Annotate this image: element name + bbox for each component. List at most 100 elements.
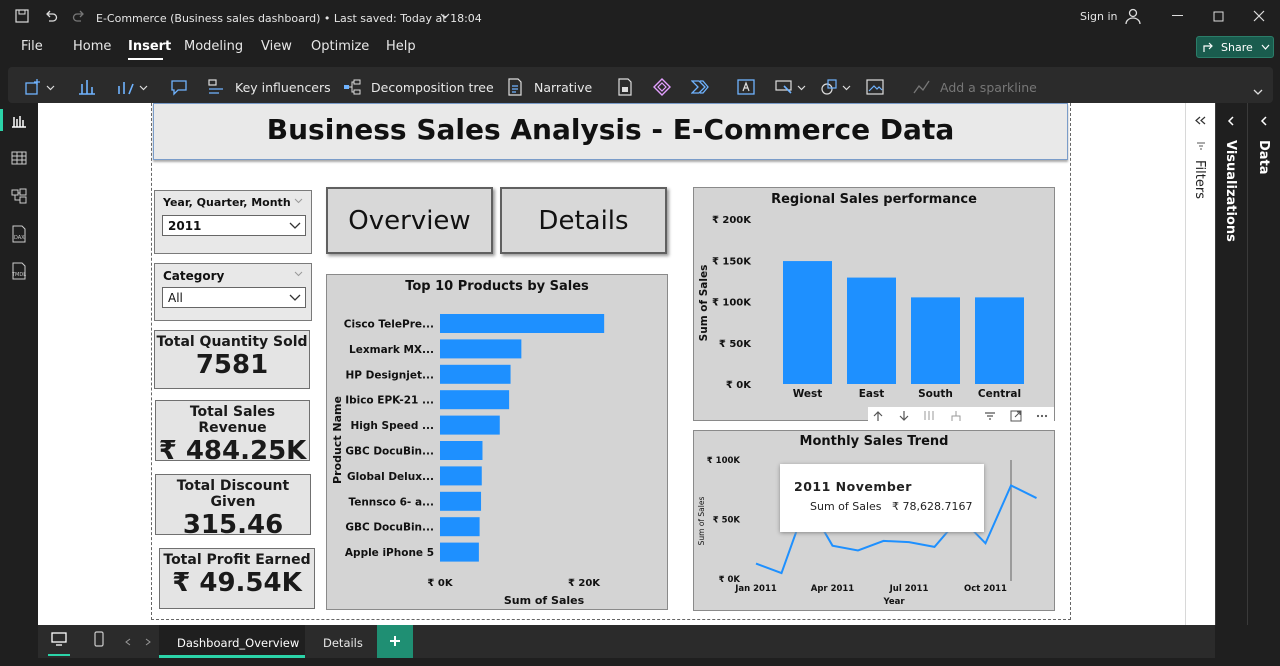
chevron-down-icon[interactable] bbox=[294, 198, 303, 204]
buttons-icon[interactable] bbox=[775, 78, 793, 96]
chevron-down-icon[interactable] bbox=[294, 271, 303, 277]
date-slicer[interactable]: Year, Quarter, Month 2011 bbox=[154, 190, 312, 254]
regional-sales-chart[interactable]: Regional Sales performance ₹ 0K ₹ 50K ₹ 10… bbox=[693, 187, 1055, 421]
chart-tooltip: 2011 November Sum of Sales ₹ 78,628.7167 bbox=[780, 464, 984, 532]
drill-down-icon[interactable] bbox=[898, 410, 910, 422]
desktop-layout-icon[interactable] bbox=[51, 632, 67, 646]
chevron-down-icon[interactable] bbox=[139, 85, 148, 91]
chevron-left-icon[interactable] bbox=[1227, 116, 1235, 126]
product-bar bbox=[440, 364, 511, 384]
user-avatar-icon[interactable] bbox=[1124, 7, 1142, 25]
menu-help[interactable]: Help bbox=[386, 39, 416, 54]
product-bar bbox=[440, 491, 482, 511]
category-slicer[interactable]: Category All bbox=[154, 263, 312, 321]
undo-icon[interactable] bbox=[44, 9, 58, 23]
close-icon[interactable] bbox=[1253, 10, 1265, 22]
filter-icon[interactable] bbox=[984, 410, 996, 422]
comment-icon[interactable] bbox=[170, 78, 188, 96]
collapse-filters-icon[interactable] bbox=[1195, 116, 1206, 125]
active-tab-indicator bbox=[128, 58, 163, 60]
paint-visual-icon[interactable] bbox=[117, 78, 135, 96]
kpi-card-discount[interactable]: Total Discount Given 315.46 bbox=[155, 474, 311, 540]
key-influencers-icon[interactable] bbox=[207, 78, 225, 96]
previous-page-icon[interactable] bbox=[125, 638, 131, 646]
chevron-down-icon[interactable] bbox=[842, 85, 851, 91]
save-icon[interactable] bbox=[15, 9, 29, 23]
decomposition-tree-button[interactable]: Decomposition tree bbox=[371, 80, 494, 95]
details-button[interactable]: Details bbox=[500, 187, 667, 254]
menu-optimize[interactable]: Optimize bbox=[311, 39, 369, 54]
chevron-down-icon[interactable] bbox=[797, 85, 806, 91]
menu-insert[interactable]: Insert bbox=[128, 39, 171, 54]
shapes-icon[interactable] bbox=[820, 78, 838, 96]
product-bar bbox=[440, 390, 510, 410]
report-view-icon[interactable] bbox=[11, 114, 27, 128]
page-tab-details[interactable]: Details bbox=[306, 625, 376, 658]
drill-up-icon[interactable] bbox=[872, 410, 884, 422]
filters-pane[interactable]: Filters bbox=[1185, 103, 1215, 625]
y-axis-title: Product Name bbox=[331, 396, 344, 484]
tooltip-row: Sum of Sales ₹ 78,628.7167 bbox=[810, 500, 984, 513]
chevron-down-icon[interactable] bbox=[440, 12, 450, 20]
redo-icon[interactable] bbox=[72, 9, 86, 23]
more-options-icon[interactable] bbox=[1036, 410, 1048, 422]
data-label: Data bbox=[1256, 140, 1271, 175]
minimize-icon[interactable] bbox=[1172, 15, 1184, 17]
plus-icon bbox=[390, 636, 400, 646]
chevron-left-icon[interactable] bbox=[1260, 116, 1268, 126]
kpi-value: ₹ 484.25K bbox=[158, 436, 307, 466]
visualizations-pane[interactable]: Visualizations bbox=[1215, 103, 1247, 625]
expand-hierarchy-icon[interactable] bbox=[950, 410, 962, 422]
add-page-button[interactable] bbox=[377, 625, 413, 658]
menu-modeling[interactable]: Modeling bbox=[184, 39, 243, 54]
product-label: HP Designjet... bbox=[345, 369, 434, 381]
kpi-card-quantity[interactable]: Total Quantity Sold 7581 bbox=[154, 330, 310, 389]
menu-view[interactable]: View bbox=[261, 39, 292, 54]
kpi-card-profit[interactable]: Total Profit Earned ₹ 49.54K bbox=[159, 548, 315, 609]
narrative-button[interactable]: Narrative bbox=[534, 80, 592, 95]
next-page-icon[interactable] bbox=[145, 638, 151, 646]
svg-text:DAX: DAX bbox=[14, 235, 25, 241]
monthly-trend-chart[interactable]: Monthly Sales Trend ₹ 0K ₹ 50K ₹ 100K Jan 2… bbox=[693, 430, 1055, 611]
tmdl-view-icon[interactable]: TMDL bbox=[11, 262, 27, 280]
kpi-card-revenue[interactable]: Total Sales Revenue ₹ 484.25K bbox=[155, 400, 310, 466]
product-bar bbox=[440, 339, 522, 359]
menu-home[interactable]: Home bbox=[73, 39, 111, 54]
page-tab-dashboard-overview[interactable]: Dashboard_Overview bbox=[159, 625, 305, 658]
bar-chart-icon[interactable] bbox=[78, 78, 96, 96]
collapse-ribbon-icon[interactable] bbox=[1253, 89, 1263, 96]
date-slicer-dropdown[interactable]: 2011 bbox=[162, 215, 306, 236]
menu-file[interactable]: File bbox=[21, 39, 43, 54]
product-bar bbox=[440, 441, 483, 460]
maximize-icon[interactable] bbox=[1213, 11, 1225, 23]
power-apps-icon[interactable] bbox=[653, 78, 671, 96]
top-products-chart[interactable]: Top 10 Products by Sales Cisco TelePre..… bbox=[326, 274, 668, 610]
region-bar bbox=[783, 261, 832, 384]
dax-query-view-icon[interactable]: DAX bbox=[11, 225, 27, 243]
data-pane[interactable]: Data bbox=[1247, 103, 1280, 625]
text-box-icon[interactable] bbox=[737, 78, 755, 96]
image-icon[interactable] bbox=[866, 78, 884, 96]
power-automate-icon[interactable] bbox=[691, 78, 709, 96]
overview-button[interactable]: Overview bbox=[326, 187, 493, 254]
kpi-value: 7581 bbox=[195, 350, 269, 380]
table-view-icon[interactable] bbox=[11, 151, 27, 165]
chevron-down-icon[interactable] bbox=[46, 85, 55, 91]
regional-sales-plot: ₹ 0K ₹ 50K ₹ 100K ₹ 150K ₹ 200K West East South… bbox=[698, 215, 1024, 400]
sign-in-link[interactable]: Sign in bbox=[1080, 10, 1118, 23]
decomposition-tree-icon[interactable] bbox=[343, 78, 361, 96]
mobile-layout-icon[interactable] bbox=[94, 631, 104, 647]
category-slicer-dropdown[interactable]: All bbox=[162, 287, 306, 308]
share-button[interactable]: Share bbox=[1196, 36, 1274, 58]
expand-all-down-icon[interactable] bbox=[922, 410, 936, 422]
chevron-down-icon bbox=[289, 294, 301, 301]
narrative-icon[interactable] bbox=[506, 78, 524, 96]
sparkline-icon bbox=[913, 80, 930, 94]
key-influencers-button[interactable]: Key influencers bbox=[235, 80, 331, 95]
new-visual-icon[interactable] bbox=[24, 78, 42, 96]
focus-mode-icon[interactable] bbox=[1010, 410, 1022, 422]
product-bar bbox=[440, 415, 500, 435]
region-label: West bbox=[793, 388, 823, 400]
paginated-report-icon[interactable] bbox=[616, 78, 634, 96]
model-view-icon[interactable] bbox=[11, 188, 27, 204]
